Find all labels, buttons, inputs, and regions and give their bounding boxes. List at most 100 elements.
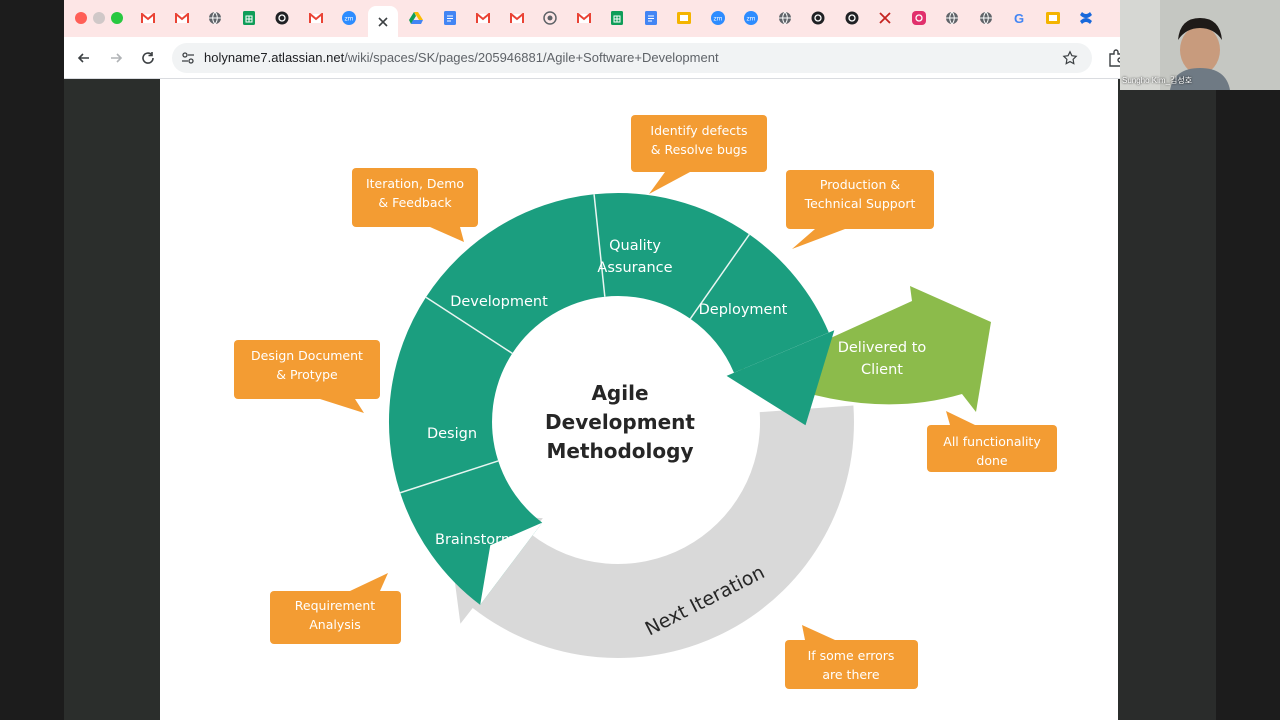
back-button[interactable] bbox=[73, 47, 95, 69]
close-icon[interactable] bbox=[377, 16, 388, 27]
slides-icon bbox=[1045, 12, 1060, 24]
gmail-icon bbox=[576, 12, 591, 23]
browser-tab[interactable] bbox=[204, 7, 226, 29]
gmail-icon bbox=[476, 12, 490, 23]
segment-label: Deployment bbox=[699, 302, 788, 318]
url-path: /wiki/spaces/SK/pages/205946881/Agile+So… bbox=[344, 50, 719, 65]
svg-text:G: G bbox=[1014, 11, 1024, 25]
gmail-icon bbox=[509, 12, 524, 23]
zoom-icon: zm bbox=[710, 11, 725, 25]
segment-label: Development bbox=[450, 294, 548, 310]
svg-text:zm: zm bbox=[713, 16, 722, 23]
segment-label: Design bbox=[427, 426, 477, 442]
openai-icon bbox=[811, 11, 825, 25]
zoom-icon: zm bbox=[342, 11, 356, 25]
browser-tab[interactable] bbox=[640, 7, 662, 29]
page-content: Agile Development Methodology Brainstorm Des… bbox=[64, 79, 1120, 720]
center-title: Agile Development Methodology bbox=[545, 381, 695, 463]
svg-text:zm: zm bbox=[747, 16, 756, 23]
chrome-icon bbox=[543, 11, 557, 25]
gmail-icon bbox=[174, 12, 189, 23]
browser-tab[interactable] bbox=[367, 6, 398, 37]
zoom-icon: zm bbox=[744, 11, 758, 25]
video-side-panel bbox=[1120, 90, 1216, 720]
participant-video[interactable]: Sungho Kim_김성호 bbox=[1120, 0, 1280, 90]
confluence-icon bbox=[1080, 12, 1092, 24]
browser-tab[interactable]: zm bbox=[707, 7, 729, 29]
callout-tail bbox=[946, 411, 975, 425]
callout-tail bbox=[430, 227, 464, 242]
browser-tab[interactable]: zm bbox=[740, 7, 762, 29]
sheets-icon bbox=[242, 11, 255, 25]
browser-tab[interactable] bbox=[774, 7, 796, 29]
browser-tab[interactable]: zm bbox=[338, 7, 360, 29]
window-zoom-button[interactable] bbox=[111, 12, 123, 24]
browser-tab[interactable] bbox=[941, 7, 963, 29]
openai-icon bbox=[275, 11, 289, 25]
instagram-icon bbox=[911, 11, 926, 25]
callout-tail bbox=[350, 573, 388, 591]
docs-icon bbox=[443, 11, 456, 25]
browser-tab[interactable] bbox=[841, 7, 863, 29]
svg-text:zm: zm bbox=[345, 16, 354, 23]
window-minimize-button[interactable] bbox=[93, 12, 105, 24]
drive-icon bbox=[409, 12, 423, 24]
browser-tab[interactable] bbox=[573, 7, 595, 29]
gmail-icon bbox=[308, 12, 323, 23]
tab-strip: zm zm zm G bbox=[64, 0, 1120, 37]
openai-icon bbox=[845, 11, 858, 25]
browser-tab[interactable]: G bbox=[1008, 7, 1030, 29]
browser-tab[interactable] bbox=[1042, 7, 1064, 29]
bookmark-star-icon[interactable] bbox=[1062, 50, 1078, 66]
segment-label: Brainstorm bbox=[435, 532, 515, 548]
google-icon: G bbox=[1014, 11, 1024, 25]
globe-icon bbox=[778, 11, 791, 25]
address-bar[interactable]: holyname7.atlassian.net/wiki/spaces/SK/p… bbox=[172, 43, 1092, 73]
video-side-panel-right bbox=[1216, 90, 1280, 720]
browser-window: zm zm zm G holyname7.atlassian.net/wiki/spa… bbox=[64, 0, 1120, 720]
browser-tab[interactable] bbox=[439, 7, 461, 29]
forward-button[interactable] bbox=[105, 47, 127, 69]
browser-tab[interactable] bbox=[807, 7, 829, 29]
browser-tab[interactable] bbox=[305, 7, 327, 29]
reload-button[interactable] bbox=[137, 47, 159, 69]
browser-tab[interactable] bbox=[606, 7, 628, 29]
browser-tab[interactable] bbox=[405, 7, 427, 29]
browser-tab[interactable] bbox=[506, 7, 528, 29]
forward-arrow-icon bbox=[111, 53, 123, 63]
callout-tail bbox=[320, 399, 364, 413]
browser-tab[interactable] bbox=[539, 7, 561, 29]
globe-icon bbox=[979, 11, 992, 25]
sheets-icon bbox=[611, 11, 623, 25]
browser-tab[interactable] bbox=[137, 7, 159, 29]
back-arrow-icon bbox=[77, 53, 89, 63]
extensions-icon[interactable] bbox=[1107, 49, 1120, 67]
globe-icon bbox=[209, 11, 221, 25]
callout-tail bbox=[792, 229, 845, 249]
toolbar: holyname7.atlassian.net/wiki/spaces/SK/p… bbox=[64, 37, 1120, 79]
left-dark-panel bbox=[0, 0, 64, 720]
url-host: holyname7.atlassian.net bbox=[204, 50, 345, 65]
globe-icon bbox=[946, 11, 958, 25]
site-settings-icon[interactable] bbox=[181, 51, 195, 65]
browser-tab[interactable] bbox=[271, 7, 293, 29]
callout-tail bbox=[649, 172, 690, 194]
agile-cycle-diagram: Agile Development Methodology Brainstorm Des… bbox=[234, 115, 1057, 689]
screen: zm zm zm G holyname7.atlassian.net/wiki/spa… bbox=[0, 0, 1280, 720]
browser-tab[interactable] bbox=[874, 7, 896, 29]
agile-slide: Agile Development Methodology Brainstorm Des… bbox=[160, 79, 1118, 720]
browser-tab[interactable] bbox=[908, 7, 930, 29]
gmail-icon bbox=[141, 12, 155, 23]
docs-icon bbox=[644, 11, 657, 25]
participant-name: Sungho Kim_김성호 bbox=[1122, 76, 1193, 85]
browser-tab[interactable] bbox=[673, 7, 695, 29]
browser-tab[interactable] bbox=[472, 7, 494, 29]
browser-tab[interactable] bbox=[171, 7, 193, 29]
callout-tail bbox=[802, 625, 835, 640]
window-close-button[interactable] bbox=[75, 12, 87, 24]
browser-tab[interactable] bbox=[238, 7, 260, 29]
reload-icon bbox=[142, 52, 154, 64]
slides-icon bbox=[677, 12, 691, 24]
browser-tab[interactable] bbox=[975, 7, 997, 29]
browser-tab[interactable] bbox=[1075, 7, 1097, 29]
